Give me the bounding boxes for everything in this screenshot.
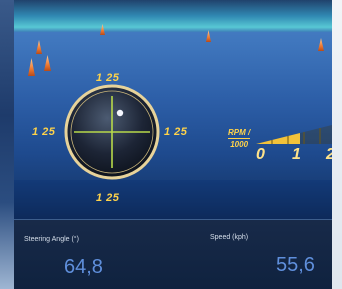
rpm-label-top: RPM / — [228, 128, 251, 137]
traffic-cone-icon — [36, 40, 42, 54]
horizon-glow — [14, 0, 332, 32]
right-bezel — [332, 0, 342, 289]
driving-simulator-view: 1 25 1 25 1 25 1 25 RPM / 1000 0 1 — [14, 0, 332, 220]
traffic-cone-icon — [28, 58, 35, 76]
dial-label-right: 1 25 — [164, 126, 188, 138]
speed-value: 55,6 — [276, 254, 315, 276]
traffic-cone-icon — [44, 55, 51, 71]
dial-label-bottom: 1 25 — [96, 192, 120, 204]
speed-label: Speed (kph) — [210, 234, 249, 241]
telemetry-panel: Steering Angle (°) 64,8 Speed (kph) 55,6 — [14, 219, 332, 289]
rpm-label-bottom: 1000 — [230, 140, 249, 149]
rpm-title: RPM / 1000 — [228, 128, 250, 149]
dial-indicator-dot — [116, 109, 124, 117]
rpm-tick-0: 0 — [256, 146, 265, 163]
rpm-gauge-fill — [256, 133, 300, 144]
dial-label-left: 1 25 — [32, 126, 56, 138]
rpm-tick-1: 1 — [292, 146, 301, 163]
steering-angle-label: Steering Angle (°) — [24, 236, 79, 243]
attitude-dial — [64, 84, 160, 180]
left-bezel — [0, 0, 14, 289]
traffic-cone-icon — [318, 38, 324, 51]
track-ground — [14, 180, 332, 220]
simulator-screen: 1 25 1 25 1 25 1 25 RPM / 1000 0 1 Steer… — [14, 0, 332, 289]
steering-angle-value: 64,8 — [64, 256, 103, 278]
rpm-gauge-bar — [256, 125, 332, 144]
rpm-tick-2: 2 — [326, 146, 332, 164]
